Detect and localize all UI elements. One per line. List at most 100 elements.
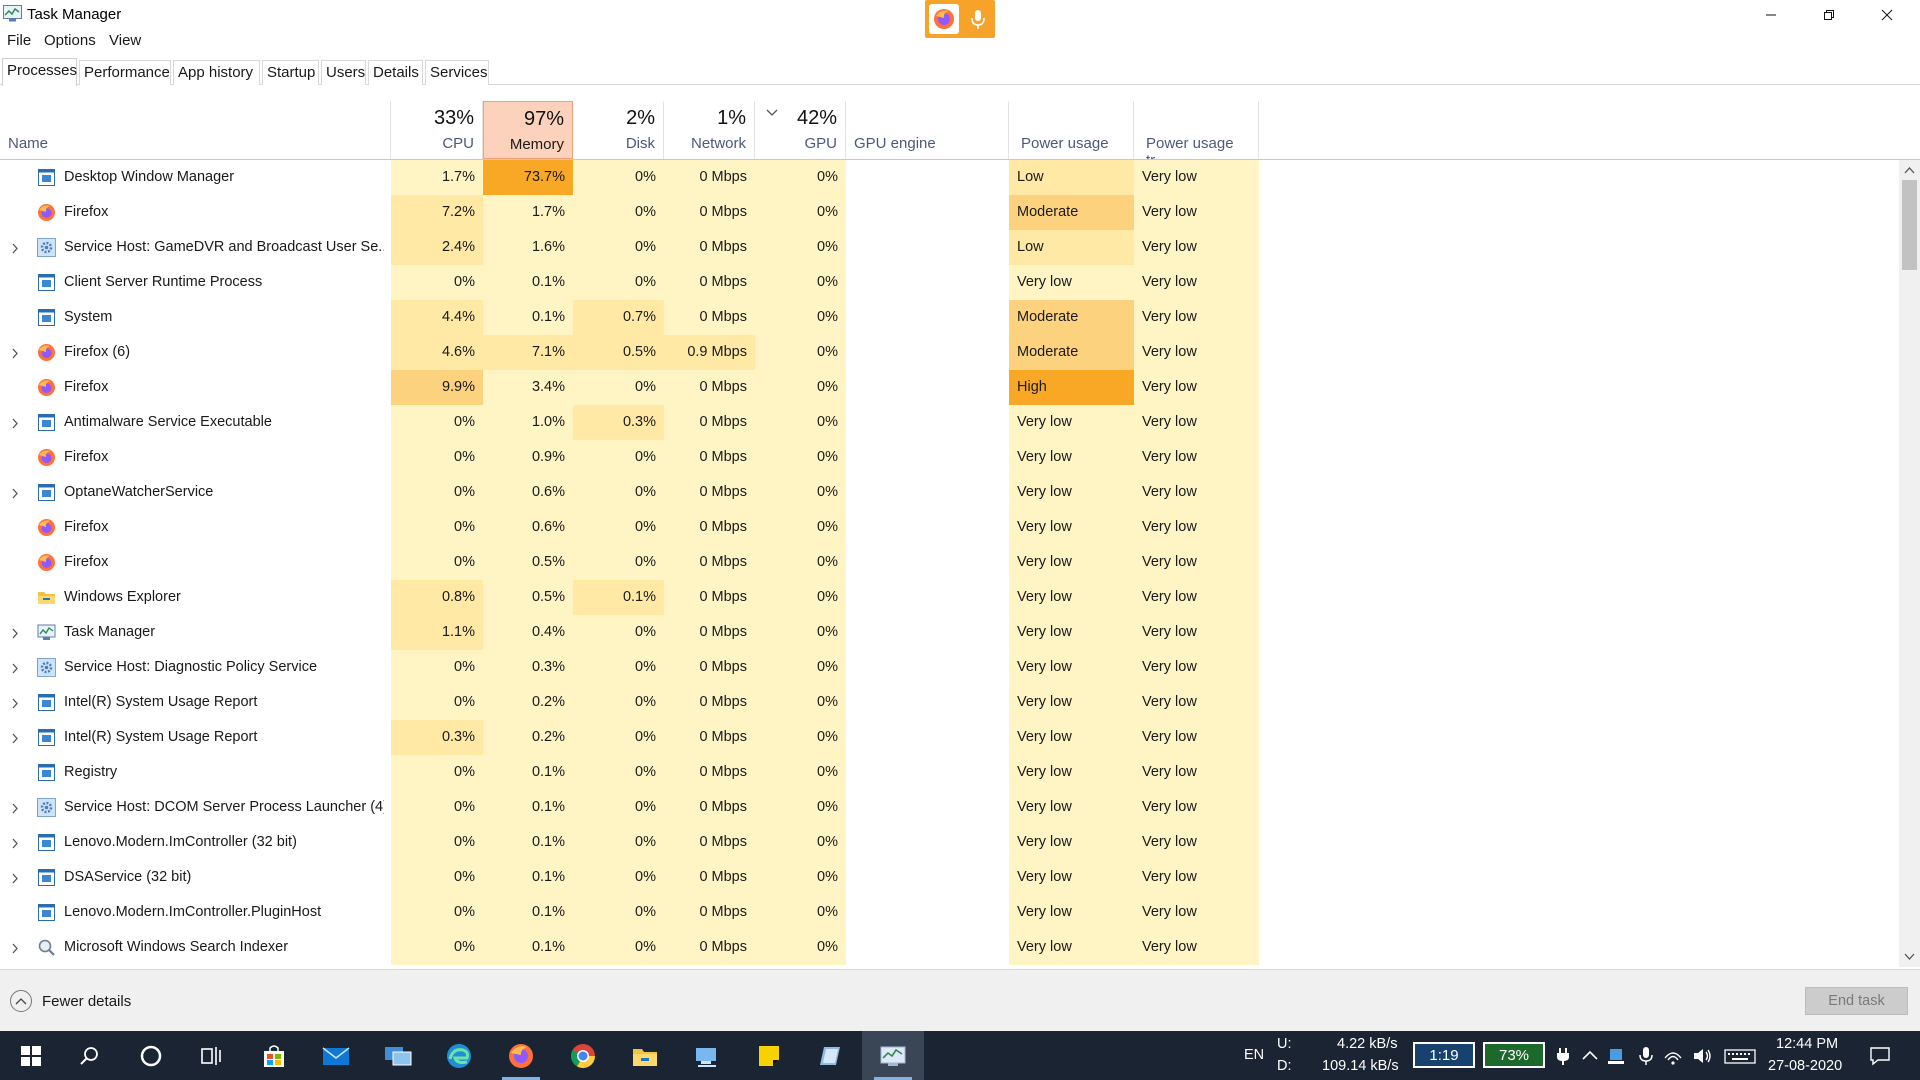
clock-time[interactable]: 12:44 PM — [1776, 1036, 1838, 1052]
chrome-button[interactable] — [552, 1031, 614, 1080]
network-cell: 0.9 Mbps — [664, 335, 755, 370]
minimize-button[interactable] — [1742, 0, 1800, 30]
cortana-button[interactable] — [120, 1031, 182, 1080]
column-header-power-usage[interactable]: Power usage — [1009, 101, 1134, 159]
expand-chevron-icon[interactable] — [11, 802, 19, 814]
process-list[interactable]: Desktop Window Manager 1.7% 73.7% 0% 0 Mbps 0… — [0, 160, 1900, 967]
menu-view[interactable]: View — [109, 32, 141, 49]
tab-users[interactable]: Users — [321, 60, 366, 85]
process-row[interactable]: Windows Explorer 0.8% 0.5% 0.1% 0 Mbps 0% Very… — [0, 580, 1900, 615]
process-row[interactable]: System 4.4% 0.1% 0.7% 0 Mbps 0% Moderate Very l… — [0, 300, 1900, 335]
fewer-details-button[interactable]: Fewer details — [10, 990, 131, 1012]
column-header-cpu[interactable]: 33% CPU — [391, 101, 483, 159]
end-task-button[interactable]: End task — [1805, 987, 1908, 1015]
scroll-down-icon[interactable] — [1904, 953, 1915, 961]
tab-details[interactable]: Details — [368, 60, 423, 85]
vertical-scrollbar[interactable] — [1899, 160, 1920, 967]
expand-chevron-icon[interactable] — [11, 662, 19, 674]
expand-chevron-icon[interactable] — [11, 942, 19, 954]
window-title: Task Manager — [27, 6, 122, 23]
process-row[interactable]: Task Manager 1.1% 0.4% 0% 0 Mbps 0% Very low Ve… — [0, 615, 1900, 650]
column-label-network: Network — [690, 135, 746, 152]
mail-button[interactable] — [305, 1031, 367, 1080]
expand-chevron-icon[interactable] — [11, 697, 19, 709]
task-manager-taskbar-button[interactable] — [862, 1031, 924, 1080]
microphone-icon[interactable] — [1636, 1046, 1656, 1066]
expand-chevron-icon[interactable] — [11, 487, 19, 499]
process-row[interactable]: Microsoft Windows Search Indexer 0% 0.1% 0%… — [0, 930, 1900, 965]
battery-widget[interactable]: 73% — [1483, 1042, 1545, 1068]
process-row[interactable]: Firefox 7.2% 1.7% 0% 0 Mbps 0% Moderate Very lo… — [0, 195, 1900, 230]
tab-app-history[interactable]: App history — [173, 60, 260, 85]
keyboard-icon[interactable] — [1724, 1046, 1756, 1066]
network-app-button[interactable] — [367, 1031, 429, 1080]
menu-file[interactable]: File — [7, 32, 31, 49]
column-header-gpu-engine[interactable]: GPU engine — [846, 101, 1009, 159]
tab-services[interactable]: Services — [425, 60, 489, 85]
tab-performance[interactable]: Performance — [79, 60, 171, 85]
process-row[interactable]: Registry 0% 0.1% 0% 0 Mbps 0% Very low Very low — [0, 755, 1900, 790]
column-header-disk[interactable]: 2% Disk — [573, 101, 664, 159]
column-header-power-usage-trend[interactable]: Power usage tr... — [1134, 101, 1259, 169]
search-button[interactable] — [58, 1031, 120, 1080]
process-row[interactable]: Intel(R) System Usage Report 0.3% 0.2% 0% 0 … — [0, 720, 1900, 755]
process-row[interactable]: Desktop Window Manager 1.7% 73.7% 0% 0 Mbps 0… — [0, 160, 1900, 195]
sticky-notes-button[interactable] — [738, 1031, 800, 1080]
tab-processes[interactable]: Processes — [2, 58, 77, 86]
process-row[interactable]: Service Host: GameDVR and Broadcast User… — [0, 230, 1900, 265]
task-view-button[interactable] — [180, 1031, 242, 1080]
file-explorer-button[interactable] — [614, 1031, 676, 1080]
expand-chevron-icon[interactable] — [11, 242, 19, 254]
scrollbar-thumb[interactable] — [1902, 180, 1917, 270]
process-row[interactable]: Firefox 0% 0.9% 0% 0 Mbps 0% Very low Very low — [0, 440, 1900, 475]
firefox-taskbar-button[interactable] — [490, 1031, 552, 1080]
tab-startup[interactable]: Startup — [262, 60, 319, 85]
gpu-cell: 0% — [755, 860, 846, 895]
expand-chevron-icon[interactable] — [11, 732, 19, 744]
language-indicator[interactable]: EN — [1244, 1047, 1264, 1063]
timer-widget[interactable]: 1:19 — [1413, 1042, 1475, 1068]
plug-icon[interactable] — [1553, 1046, 1573, 1066]
snip-button[interactable] — [800, 1031, 862, 1080]
process-row[interactable]: Client Server Runtime Process 0% 0.1% 0% 0 M… — [0, 265, 1900, 300]
clock-date[interactable]: 27-08-2020 — [1768, 1058, 1842, 1074]
process-row[interactable]: Service Host: DCOM Server Process Launch… — [0, 790, 1900, 825]
column-header-name[interactable]: Name — [0, 101, 391, 159]
search-icon — [80, 1046, 98, 1065]
expand-chevron-icon[interactable] — [11, 837, 19, 849]
device-icon[interactable] — [1606, 1046, 1626, 1066]
edge-button[interactable] — [428, 1031, 490, 1080]
store-button[interactable] — [243, 1031, 305, 1080]
process-row[interactable]: OptaneWatcherService 0% 0.6% 0% 0 Mbps 0% Very… — [0, 475, 1900, 510]
app-window-icon — [37, 728, 56, 747]
firefox-mic-notification[interactable] — [925, 0, 995, 38]
expand-chevron-icon[interactable] — [11, 347, 19, 359]
close-button[interactable] — [1858, 0, 1916, 30]
network-settings-button[interactable] — [676, 1031, 738, 1080]
column-header-memory[interactable]: 97% Memory — [483, 101, 573, 159]
chevron-up-icon[interactable] — [1580, 1046, 1600, 1066]
column-header-network[interactable]: 1% Network — [664, 101, 755, 159]
notification-icon[interactable] — [1869, 1045, 1891, 1067]
wifi-icon[interactable] — [1663, 1046, 1683, 1066]
process-row[interactable]: Lenovo.Modern.ImController (32 bit) 0% 0.1… — [0, 825, 1900, 860]
chevron-up-icon — [10, 990, 32, 1012]
volume-icon[interactable] — [1692, 1046, 1712, 1066]
process-row[interactable]: Antimalware Service Executable 0% 1.0% 0.3%… — [0, 405, 1900, 440]
restore-button[interactable] — [1800, 0, 1858, 30]
process-row[interactable]: Lenovo.Modern.ImController.PluginHost 0% 0… — [0, 895, 1900, 930]
process-row[interactable]: Service Host: Diagnostic Policy Service 0… — [0, 650, 1900, 685]
expand-chevron-icon[interactable] — [11, 417, 19, 429]
process-row[interactable]: Firefox 9.9% 3.4% 0% 0 Mbps 0% High Very low — [0, 370, 1900, 405]
scroll-up-icon[interactable] — [1904, 166, 1915, 174]
process-row[interactable]: Intel(R) System Usage Report 0% 0.2% 0% 0 Mb… — [0, 685, 1900, 720]
process-row[interactable]: Firefox 0% 0.5% 0% 0 Mbps 0% Very low Very low — [0, 545, 1900, 580]
start-button[interactable] — [0, 1031, 62, 1080]
process-row[interactable]: Firefox 0% 0.6% 0% 0 Mbps 0% Very low Very low — [0, 510, 1900, 545]
expand-chevron-icon[interactable] — [11, 872, 19, 884]
process-row[interactable]: Firefox (6) 4.6% 7.1% 0.5% 0.9 Mbps 0% Moderat… — [0, 335, 1900, 370]
expand-chevron-icon[interactable] — [11, 627, 19, 639]
process-row[interactable]: DSAService (32 bit) 0% 0.1% 0% 0 Mbps 0% Very … — [0, 860, 1900, 895]
menu-options[interactable]: Options — [44, 32, 96, 49]
memory-cell: 3.4% — [483, 370, 573, 405]
